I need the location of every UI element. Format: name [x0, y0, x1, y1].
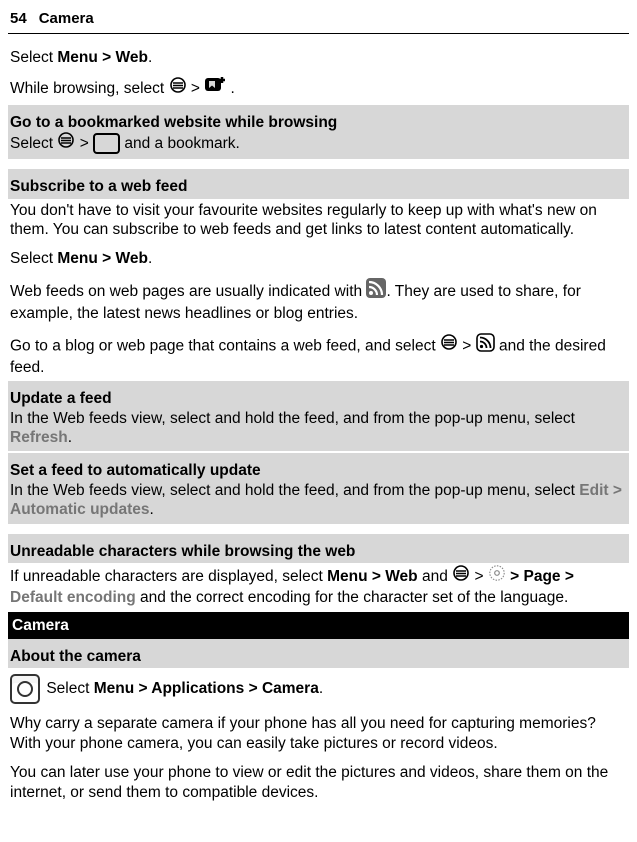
rss-icon	[366, 278, 386, 303]
update-body: In the Web feeds view, select and hold t…	[10, 409, 627, 448]
go-bookmark-body: Select > and a bookmark.	[10, 132, 627, 155]
unreadable-title: Unreadable characters while browsing the…	[10, 542, 627, 561]
options-icon	[169, 76, 187, 99]
settings-icon	[488, 564, 506, 587]
camera-p2: You can later use your phone to view or …	[8, 757, 629, 806]
update-title: Update a feed	[10, 389, 627, 408]
unreadable-title-row: Unreadable characters while browsing the…	[8, 534, 629, 563]
select-menu-web-1: Select Menu > Web.	[8, 34, 629, 71]
unreadable-body: If unreadable characters are displayed, …	[8, 563, 629, 612]
camera-icon	[10, 674, 40, 704]
options-icon	[440, 333, 458, 356]
subscribe-title-row: Subscribe to a web feed	[8, 169, 629, 198]
page-number: 54	[10, 10, 27, 29]
chapter-title: Camera	[39, 10, 94, 29]
goto-blog: Go to a blog or web page that contains a…	[8, 328, 629, 382]
about-camera-title: About the camera	[10, 647, 627, 666]
camera-section-bar: Camera	[8, 612, 629, 639]
subscribe-body: You don't have to visit your favourite w…	[8, 199, 629, 244]
auto-title: Set a feed to automatically update	[10, 461, 627, 480]
camera-launch: Select Menu > Applications > Camera.	[8, 668, 629, 708]
about-camera-title-row: About the camera	[8, 639, 629, 668]
go-bookmark-title: Go to a bookmarked website while browsin…	[10, 113, 627, 132]
while-browsing: While browsing, select > .	[8, 71, 629, 104]
go-to-bookmark-section: Go to a bookmarked website while browsin…	[8, 105, 629, 160]
bookmark-icon	[93, 133, 120, 154]
subscribe-title: Subscribe to a web feed	[10, 177, 627, 196]
feeds-intro: Web feeds on web pages are usually indic…	[8, 273, 629, 328]
page-header: 54 Camera	[8, 8, 629, 34]
auto-body: In the Web feeds view, select and hold t…	[10, 481, 627, 520]
update-feed-section: Update a feed In the Web feeds view, sel…	[8, 381, 629, 451]
auto-update-section: Set a feed to automatically update In th…	[8, 453, 629, 523]
options-icon	[452, 564, 470, 587]
add-bookmark-icon	[204, 76, 226, 99]
select-menu-web-2: Select Menu > Web.	[8, 243, 629, 272]
camera-p1: Why carry a separate camera if your phon…	[8, 708, 629, 757]
options-icon	[57, 131, 75, 154]
rss-outline-icon	[476, 333, 495, 357]
